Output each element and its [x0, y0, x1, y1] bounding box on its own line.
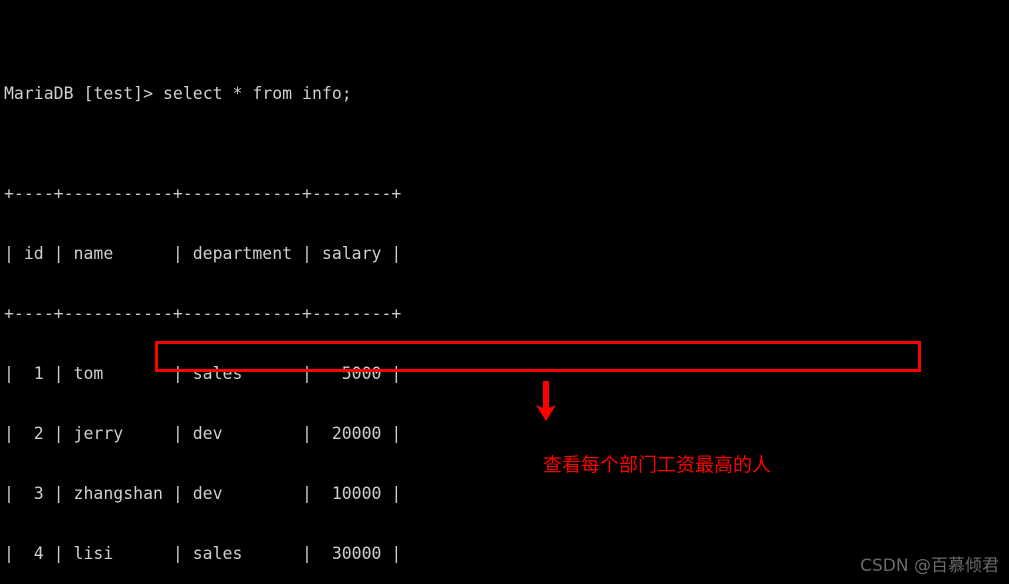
- command-line-1[interactable]: MariaDB [test]> select * from info;: [4, 84, 908, 104]
- shell-prompt-1: MariaDB [test]>: [4, 84, 163, 103]
- down-arrow-icon: [536, 381, 556, 421]
- table-row: | 2 | jerry | dev | 20000 |: [4, 424, 402, 443]
- table1-header-row: | id | name | department | salary |: [4, 244, 402, 263]
- table1-separator-mid: +----+-----------+------------+--------+: [4, 304, 402, 323]
- terminal-output: MariaDB [test]> select * from info; +---…: [4, 4, 908, 584]
- table-row: | 4 | lisi | sales | 30000 |: [4, 544, 402, 563]
- watermark-label: CSDN @百慕倾君: [860, 556, 999, 576]
- table1-separator-top: +----+-----------+------------+--------+: [4, 184, 402, 203]
- sql-query-1: select * from info;: [162, 84, 352, 103]
- terminal-screen: MariaDB [test]> select * from info; +---…: [0, 0, 1009, 584]
- table-row: | 1 | tom | sales | 5000 |: [4, 364, 402, 383]
- table-row: | 3 | zhangshan | dev | 10000 |: [4, 484, 402, 503]
- annotation-note: 查看每个部门工资最高的人: [543, 454, 772, 476]
